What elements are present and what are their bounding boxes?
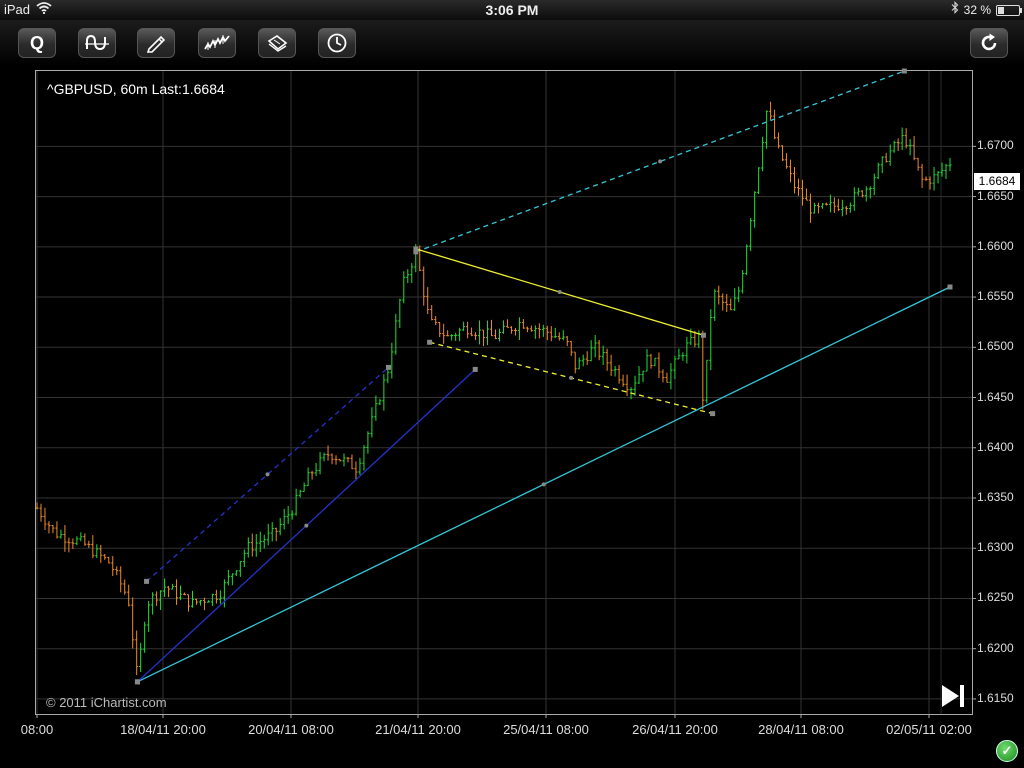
x-tick-label: 20/04/11 08:00 (248, 722, 334, 737)
trendline-handle (386, 364, 392, 370)
price-chart[interactable] (0, 0, 1024, 768)
y-tick-label: 1.6400 (977, 439, 1014, 454)
copyright-text: © 2011 iChartist.com (46, 695, 167, 710)
y-tick-label: 1.6700 (977, 138, 1014, 153)
y-tick-label: 1.6500 (977, 339, 1014, 354)
x-tick-label: 18/04/11 20:00 (120, 722, 206, 737)
chart-title: ^GBPUSD, 60m Last:1.6684 (47, 81, 225, 97)
x-tick-label: 25/04/11 08:00 (503, 722, 589, 737)
trendline-midpoint (265, 472, 270, 477)
trendline-handle (427, 339, 433, 345)
trendline-midpoint (557, 290, 562, 295)
trendline-handle (901, 68, 907, 74)
y-tick-label: 1.6650 (977, 188, 1014, 203)
trendline-midpoint (541, 482, 546, 487)
trendline-handle (947, 284, 953, 290)
trendline-handle (710, 411, 716, 417)
trendline-midpoint (569, 375, 574, 380)
last-price-badge: 1.6684 (974, 173, 1020, 190)
trendline-handle (144, 578, 150, 584)
play-end-icon (940, 685, 966, 712)
x-tick-label: 08:00 (20, 722, 54, 737)
x-tick-label: 02/05/11 02:00 (886, 722, 972, 737)
trendline-handle (472, 366, 478, 372)
x-tick-label: 28/04/11 08:00 (758, 722, 844, 737)
y-tick-label: 1.6600 (977, 238, 1014, 253)
trendline-handle (413, 246, 419, 252)
check-circle-icon[interactable]: ✓ (996, 740, 1018, 762)
y-tick-label: 1.6550 (977, 289, 1014, 304)
y-tick-label: 1.6450 (977, 389, 1014, 404)
trendline-handle (134, 679, 140, 685)
y-tick-label: 1.6250 (977, 590, 1014, 605)
trendline-handle (700, 332, 706, 338)
play-end-button[interactable] (940, 684, 966, 708)
trendline-midpoint (658, 159, 663, 164)
y-tick-label: 1.6350 (977, 489, 1014, 504)
y-tick-label: 1.6300 (977, 540, 1014, 555)
y-tick-label: 1.6150 (977, 690, 1014, 705)
x-tick-label: 21/04/11 20:00 (375, 722, 461, 737)
y-tick-label: 1.6200 (977, 640, 1014, 655)
x-tick-label: 26/04/11 20:00 (632, 722, 718, 737)
trendline-midpoint (304, 523, 309, 528)
